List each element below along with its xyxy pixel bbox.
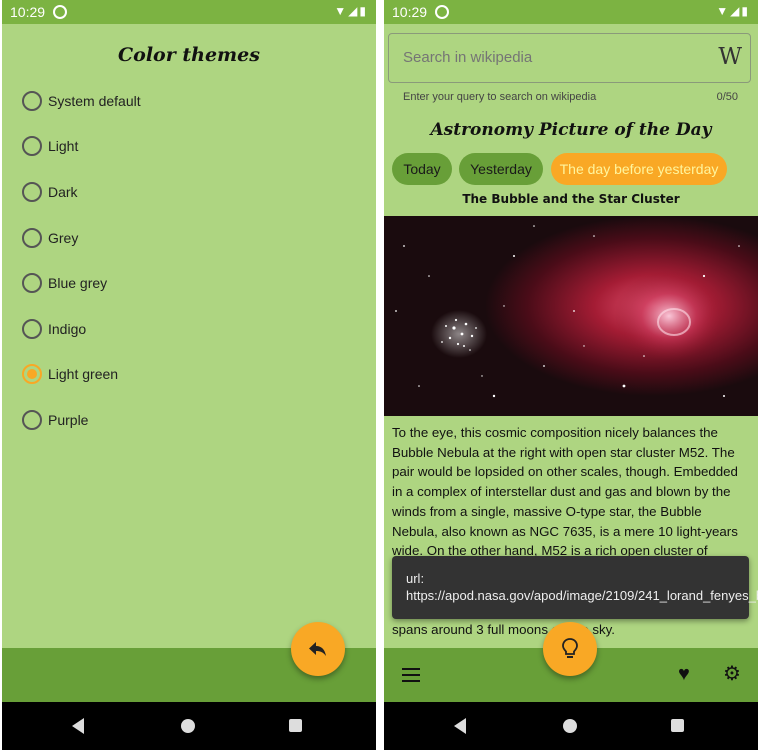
theme-option-system-default[interactable]: System default <box>22 78 141 124</box>
apod-screen: 10:29 ▼◢▮ W Enter your query to search o… <box>384 0 758 750</box>
menu-icon[interactable] <box>402 668 420 686</box>
status-time: 10:29 <box>10 4 46 20</box>
radio-button[interactable] <box>22 227 42 248</box>
radio-button[interactable] <box>22 181 42 202</box>
radio-button[interactable] <box>22 409 42 430</box>
search-helper-text: Enter your query to search on wikipedia <box>403 91 597 103</box>
system-navigation-bar <box>384 702 758 750</box>
search-input[interactable] <box>403 49 693 66</box>
sync-icon <box>53 5 67 19</box>
nav-recents-icon[interactable] <box>671 719 684 732</box>
theme-option-purple[interactable]: Purple <box>22 397 141 443</box>
wifi-signal-battery-icons: ▼◢▮ <box>334 4 368 18</box>
theme-option-dark[interactable]: Dark <box>22 169 141 215</box>
chip-day-before-yesterday[interactable]: The day before yesterday <box>551 153 727 185</box>
wikipedia-search-field[interactable]: W <box>388 33 751 83</box>
theme-option-label: Indigo <box>48 320 87 337</box>
nav-back-icon[interactable] <box>72 718 84 734</box>
radio-button[interactable] <box>22 90 42 111</box>
page-title: Astronomy Picture of the Day <box>430 120 712 140</box>
theme-option-indigo[interactable]: Indigo <box>22 306 141 352</box>
page-title: Color themes <box>118 44 260 66</box>
image-url-tooltip: url: https://apod.nasa.gov/apod/image/21… <box>392 556 758 619</box>
nav-back-icon[interactable] <box>454 718 466 734</box>
radio-button[interactable] <box>22 136 42 157</box>
wifi-signal-battery-icons: ▼◢▮ <box>716 4 750 18</box>
system-navigation-bar <box>2 702 376 750</box>
picture-title: The Bubble and the Star Cluster <box>462 192 680 206</box>
theme-option-light[interactable]: Light <box>22 124 141 170</box>
theme-option-label: Blue grey <box>48 275 108 292</box>
status-time: 10:29 <box>392 4 428 20</box>
lightbulb-icon <box>562 638 578 658</box>
lightbulb-fab-button[interactable] <box>543 622 597 676</box>
settings-gear-icon[interactable]: ⚙ <box>723 664 741 684</box>
reply-arrow-icon <box>309 642 326 656</box>
apod-nebula-image[interactable] <box>384 216 758 416</box>
theme-option-label: Light <box>48 138 79 155</box>
favorite-heart-icon[interactable]: ♥ <box>678 664 690 684</box>
nav-recents-icon[interactable] <box>289 719 302 732</box>
settings-screen: 10:29 ▼◢▮ Color themes System default Li… <box>2 0 376 750</box>
radio-button-selected[interactable] <box>22 364 42 385</box>
sync-icon <box>435 5 449 19</box>
theme-option-blue-grey[interactable]: Blue grey <box>22 260 141 306</box>
theme-option-light-green[interactable]: Light green <box>22 352 141 398</box>
theme-option-label: Purple <box>48 411 89 428</box>
chip-yesterday[interactable]: Yesterday <box>459 153 543 185</box>
status-bar: 10:29 ▼◢▮ <box>384 0 758 24</box>
theme-radio-group: System default Light Dark Grey Blue grey… <box>22 78 141 443</box>
back-fab-button[interactable] <box>291 622 345 676</box>
radio-button[interactable] <box>22 273 42 294</box>
nav-home-icon[interactable] <box>563 719 577 733</box>
status-bar: 10:29 ▼◢▮ <box>2 0 376 24</box>
wikipedia-icon[interactable]: W <box>718 44 742 70</box>
theme-option-label: System default <box>48 92 141 109</box>
chip-today[interactable]: Today <box>392 153 452 185</box>
radio-button[interactable] <box>22 318 42 339</box>
theme-option-label: Light green <box>48 366 119 383</box>
theme-option-label: Grey <box>48 229 79 246</box>
theme-option-grey[interactable]: Grey <box>22 215 141 261</box>
theme-option-label: Dark <box>48 183 78 200</box>
nav-home-icon[interactable] <box>181 719 195 733</box>
search-char-counter: 0/50 <box>716 91 738 103</box>
